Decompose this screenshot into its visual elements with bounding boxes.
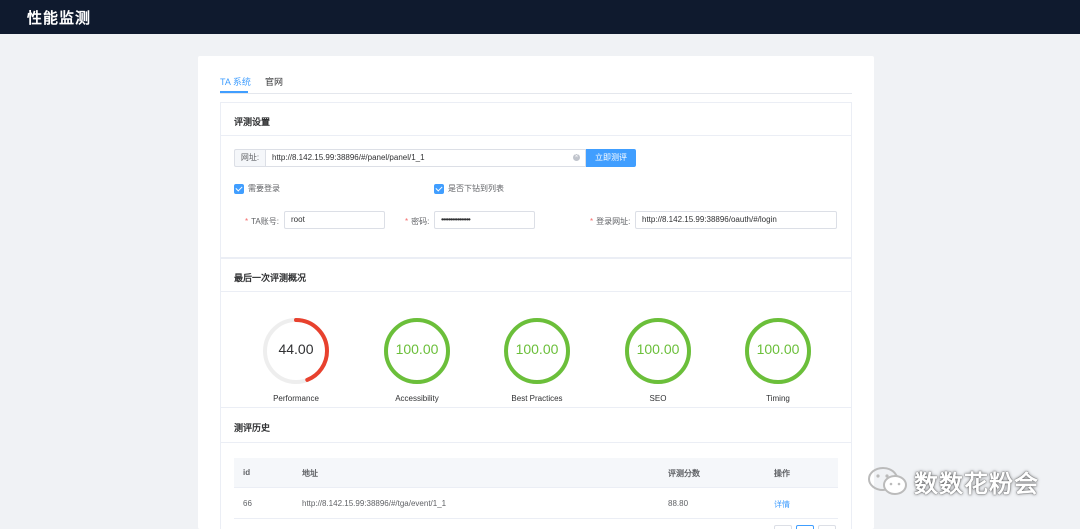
url-prefix-label: 网址: [234,149,265,167]
tab-official-site[interactable]: 官网 [265,75,283,88]
active-tab-indicator [220,91,248,93]
settings-panel: 评测设置 网址: http://8.142.15.99:38896/#/pane… [220,102,852,258]
drilldown-label: 是否下钻到列表 [448,184,504,193]
login-url-label: * 登录网址: [590,217,631,226]
clear-icon[interactable]: × [573,154,580,161]
column-header-address: 地址 [302,469,318,478]
gauge-score: 100.00 [756,341,800,357]
table-header: id 地址 评测分数 操作 [234,458,838,488]
pager-next-button[interactable] [818,525,836,529]
app-title: 性能监测 [27,10,92,27]
checkbox-checked-icon [234,184,244,194]
pager-page-button[interactable] [796,525,814,529]
account-label: * TA账号: [245,217,279,226]
row-address: http://8.142.15.99:38896/#/tga/event/1_1 [302,499,447,508]
gauge-label: Accessibility [395,394,439,403]
wechat-icon [868,467,907,495]
settings-title: 评测设置 [234,117,271,127]
column-header-id: id [243,468,251,477]
checkbox-checked-icon [434,184,444,194]
pager-prev-button[interactable] [774,525,792,529]
table-row: 66 http://8.142.15.99:38896/#/tga/event/… [234,488,838,519]
summary-title: 最后一次评测概况 [234,273,307,283]
column-header-score: 评测分数 [668,469,700,478]
password-input[interactable]: •••••••••••••••• [434,211,535,229]
history-title: 测评历史 [234,423,271,433]
run-evaluation-button[interactable]: 立即测评 [586,149,636,167]
gauge-score: 100.00 [515,341,559,357]
gauge-label: Performance [273,394,319,403]
main-card: TA 系统 官网 评测设置 网址: http://8.142.15.99:388… [198,56,874,529]
url-input[interactable]: http://8.142.15.99:38896/#/panel/panel/1… [265,149,586,167]
history-header: 测评历史 [221,408,851,443]
history-panel: 测评历史 id 地址 评测分数 操作 66 http://8.142.15.99… [220,407,852,529]
tab-ta-system[interactable]: TA 系统 [220,75,251,88]
system-tabs: TA 系统 官网 [220,56,852,94]
top-bar: 性能监测 [0,0,1080,34]
column-header-action: 操作 [774,469,790,478]
details-link[interactable]: 详情 [774,499,790,510]
gauge-score: 100.00 [395,341,439,357]
gauge-score: 100.00 [636,341,680,357]
password-label: * 密码: [405,217,430,226]
gauge-label: SEO [649,394,667,403]
gauge-label: Timing [766,394,790,403]
summary-panel: 最后一次评测概况 44.00 Performance 100.00 Accessibi… [220,258,852,408]
need-login-label: 需要登录 [248,184,280,193]
settings-header: 评测设置 [221,103,851,136]
row-id: 66 [243,499,252,508]
gauge-score: 44.00 [278,341,314,357]
watermark-text: 数数花粉会 [914,471,1039,498]
gauge-label: Best Practices [511,394,563,403]
row-score: 88.80 [668,499,689,508]
account-input[interactable]: root [284,211,385,229]
login-url-input[interactable]: http://8.142.15.99:38896/oauth/#/login [635,211,837,229]
summary-header: 最后一次评测概况 [221,259,851,292]
